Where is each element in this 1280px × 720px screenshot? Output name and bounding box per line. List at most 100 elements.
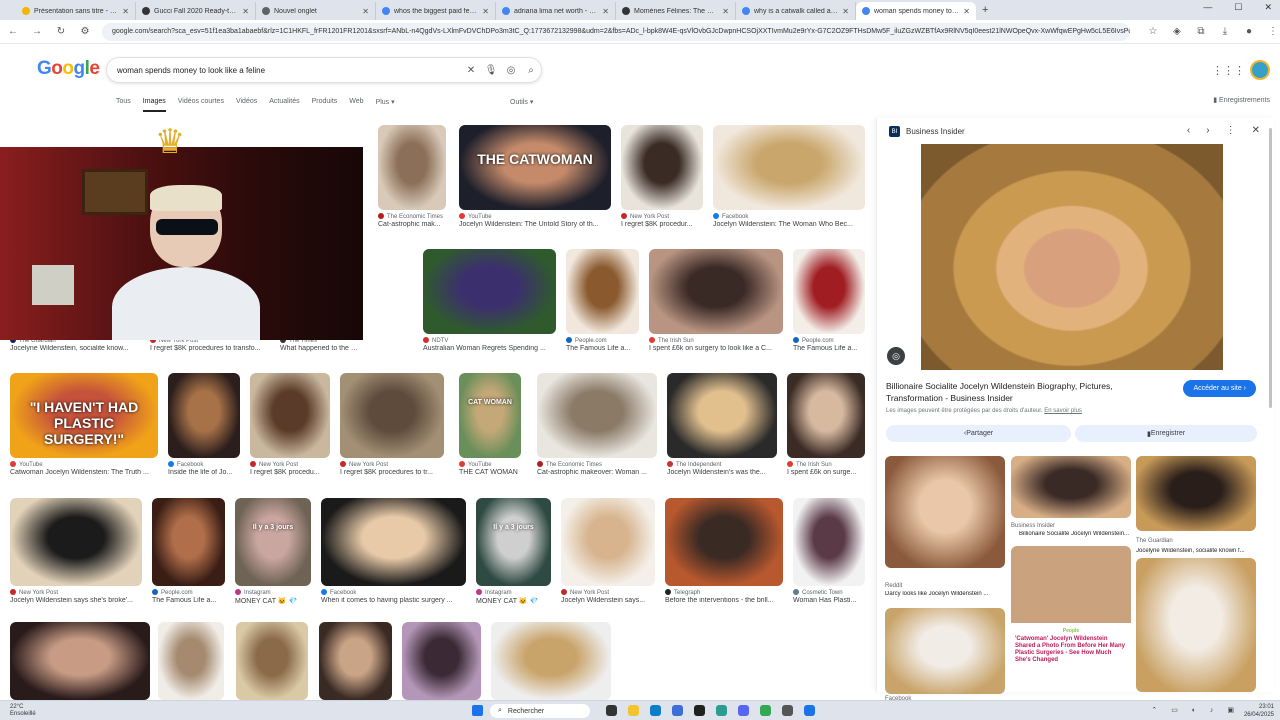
close-window-icon[interactable]: ✕ [1264,2,1272,13]
result-source[interactable]: Cosmetic Town [793,589,865,596]
search-tab[interactable]: Images [142,98,166,112]
result-thumbnail[interactable] [621,125,703,210]
google-logo[interactable]: Google [37,58,100,80]
search-query[interactable]: woman spends money to look like a feline [117,66,461,75]
result-caption[interactable]: Catwoman Jocelyn Wildenstein: The Truth … [10,469,158,476]
forward-icon[interactable]: → [30,26,44,37]
result-thumbnail[interactable] [10,498,142,586]
preview-title[interactable]: Billionaire Socialite Jocelyn Wildenstei… [886,380,1166,404]
result-caption[interactable]: What happened to the Bride of Wilde... [280,345,360,352]
result-thumbnail[interactable] [491,622,611,700]
image-result[interactable]: New York Post Jocelyn Wildenstein says sh… [10,498,142,604]
image-result[interactable]: New York Post I regret $8K procedures to … [340,373,444,476]
preview-image[interactable] [921,144,1223,370]
result-caption[interactable]: I regret $8K procedures to transfo... [150,345,270,352]
bookmark-star-icon[interactable]: ☆ [1146,26,1160,37]
result-thumbnail[interactable] [168,373,240,458]
search-tab[interactable]: Plus ▾ [376,98,395,112]
close-tab-icon[interactable]: ✕ [242,7,249,16]
result-source[interactable]: Facebook [168,461,240,468]
result-caption[interactable]: MONEY CAT 🐱 💎 [476,597,551,605]
search-tab[interactable]: Vidéos courtes [178,98,224,112]
result-caption[interactable]: Jocelyn Wildenstein says... [561,597,655,604]
related-caption[interactable]: Darcy looks like Jocelyn Wildenstein ... [885,591,1005,597]
result-caption[interactable]: Jocelyn Wildenstein's was the... [667,469,777,476]
url-field[interactable]: google.com/search?sca_esv=51f1ea3ba1abae… [102,22,1130,41]
result-caption[interactable]: THE CAT WOMAN [459,469,521,476]
result-thumbnail[interactable] [152,498,225,586]
related-source[interactable]: The Guardian [1136,538,1173,544]
related-image[interactable] [1011,456,1131,518]
result-thumbnail[interactable]: CAT WOMAN [459,373,521,458]
result-thumbnail[interactable] [793,249,865,334]
image-result[interactable] [491,622,611,700]
related-source[interactable]: Business Insider [1011,523,1055,529]
result-source[interactable]: The Economic Times [378,213,446,220]
close-tab-icon[interactable]: ✕ [842,7,849,16]
close-tab-icon[interactable]: ✕ [122,7,129,16]
image-result[interactable] [10,622,150,700]
result-source[interactable]: The Economic Times [537,461,657,468]
result-thumbnail[interactable] [793,498,865,586]
result-caption[interactable]: I regret $8K procedur... [621,221,703,228]
result-source[interactable]: People.com [566,337,639,344]
result-caption[interactable]: The Famous Life a... [793,345,865,352]
result-source[interactable]: The Irish Sun [787,461,865,468]
chrome-icon[interactable] [760,705,771,716]
new-tab-button[interactable]: + [982,4,988,16]
menu-kebab-icon[interactable]: ⋮ [1266,26,1280,37]
image-result[interactable]: People.com The Famous Life a... [152,498,225,604]
result-source[interactable]: People.com [793,337,865,344]
image-result[interactable] [319,622,392,700]
weather-widget[interactable]: 22°C Ensoleillé [10,704,36,718]
app-icon-4[interactable] [782,705,793,716]
avatar[interactable] [1250,60,1270,80]
result-caption[interactable]: Jocelyn Wildenstein: The Untold Story of… [459,221,611,228]
result-thumbnail[interactable] [667,373,777,458]
browser-tab[interactable]: Momènes Félines: The Cult Label✕ [616,2,736,20]
search-tab[interactable]: Vidéos [236,98,257,112]
image-result[interactable]: People.com The Famous Life a... [566,249,639,352]
prev-icon[interactable]: ‹ [1187,125,1190,136]
search-box[interactable]: woman spends money to look like a feline… [106,57,542,83]
explorer-icon[interactable] [628,705,639,716]
browser-tab[interactable]: woman spends money to look ✕ [856,2,976,20]
browser-tab[interactable]: whos the biggest paid female ✕ [376,2,496,20]
result-caption[interactable]: The Famous Life a... [566,345,639,352]
browser-tab[interactable]: Gucci Fall 2020 Ready-to-Wear ✕ [136,2,256,20]
image-result[interactable]: NDTV Australian Woman Regrets Spending ..… [423,249,556,352]
image-result[interactable]: New York Post I regret $8K procedu... [250,373,330,476]
close-tab-icon[interactable]: ✕ [362,7,369,16]
result-source[interactable]: Facebook [713,213,865,220]
result-caption[interactable]: Woman Has Plasti... [793,597,865,604]
result-thumbnail[interactable] [340,373,444,458]
related-image[interactable] [885,608,1005,694]
save-button[interactable]: ▮ Enregistrer [1075,425,1257,442]
result-source[interactable]: NDTV [423,337,556,344]
image-result[interactable]: THE CATWOMAN YouTube Jocelyn Wildenstein: … [459,125,611,228]
result-thumbnail[interactable] [566,249,639,334]
result-caption[interactable]: The Famous Life a... [152,597,225,604]
profile-icon[interactable]: ● [1242,26,1256,37]
result-caption[interactable]: Cat-astrophic makeover: Woman ... [537,469,657,476]
related-image[interactable] [1136,456,1256,531]
image-result[interactable]: Facebook When it comes to having plastic … [321,498,466,604]
back-icon[interactable]: ← [6,26,20,37]
result-source[interactable]: YouTube [10,461,158,468]
result-caption[interactable]: I regret $8K procedu... [250,469,330,476]
related-image[interactable] [1136,558,1256,692]
result-thumbnail[interactable] [665,498,783,586]
result-caption[interactable]: Inside the life of Jo... [168,469,240,476]
image-result[interactable]: "I HAVEN'T HAD PLASTIC SURGERY!" YouTube C… [10,373,158,476]
app-icon-3[interactable] [738,705,749,716]
close-tab-icon[interactable]: ✕ [722,7,729,16]
next-icon[interactable]: › [1206,125,1209,136]
extension-icon[interactable]: ◈ [1170,26,1184,37]
image-result[interactable]: The Irish Sun I spent £6k on surge... [787,373,865,476]
related-image[interactable]: People 'Catwoman' Jocelyn Wildenstein Sha… [1011,546,1131,686]
system-tray[interactable]: ⌃ ▭ ◐ ♪ ▣ [1151,706,1240,714]
minimize-icon[interactable]: — [1203,2,1212,13]
result-source[interactable]: Instagram [235,589,311,596]
result-caption[interactable]: I spent £6k on surge... [787,469,865,476]
image-result[interactable]: Il y a 3 jours Instagram MONEY CAT 🐱 💎 [235,498,311,605]
